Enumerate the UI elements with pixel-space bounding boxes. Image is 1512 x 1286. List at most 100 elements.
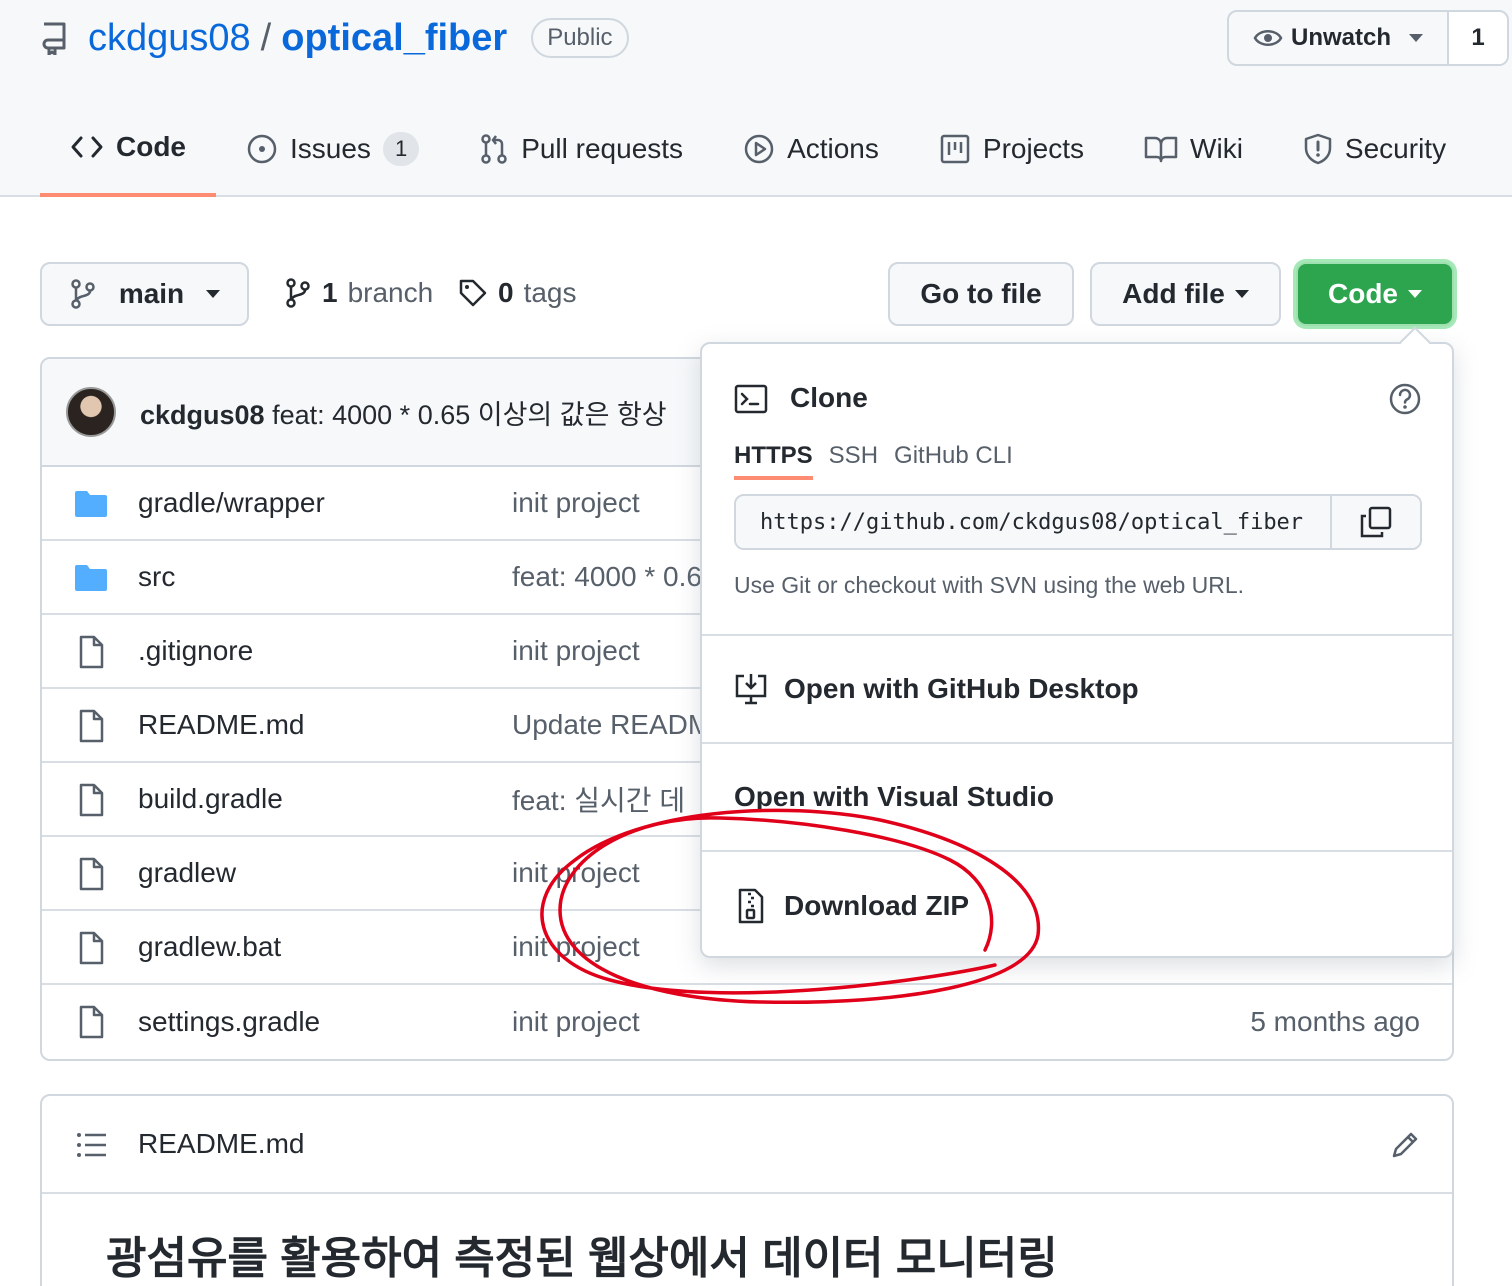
clone-tab-https[interactable]: HTTPS [734,442,813,480]
tag-count-label: tags [523,277,577,308]
project-icon [940,134,970,163]
tab-pull-requests[interactable]: Pull requests [449,100,713,197]
commit-message-link[interactable]: init project [512,857,640,889]
help-icon[interactable] [1388,382,1422,416]
repo-icon [42,22,66,55]
tab-actions[interactable]: Actions [713,100,909,197]
visibility-badge: Public [531,18,629,58]
list-icon[interactable] [76,1131,108,1159]
file-name-link[interactable]: build.gradle [138,783,283,815]
commit-message-link[interactable]: feat: 실시간 데 [512,779,685,819]
tab-issues-label: Issues [290,132,371,164]
chevron-down-icon [1234,290,1249,298]
repo-header: ckdgus08 / optical_fiber Public Unwatch … [0,0,1512,197]
issue-icon [247,134,277,163]
branch-count-link[interactable]: 1 branch [284,262,433,324]
branch-count: 1 [322,277,338,308]
commit-message-link[interactable]: init project [512,1006,640,1038]
tab-security-label: Security [1344,132,1447,164]
file-name-link[interactable]: src [138,561,175,593]
desktop-download-icon [735,674,767,705]
avatar[interactable] [66,387,116,437]
copy-url-button[interactable] [1330,496,1420,548]
repo-owner-link[interactable]: ckdgus08 [88,17,251,60]
repo-name-link[interactable]: optical_fiber [281,17,507,60]
branch-name: main [118,278,185,309]
unwatch-button[interactable]: Unwatch [1229,12,1450,64]
book-icon [1144,136,1178,162]
repo-nav-tabs: Code Issues 1 Pull requests Actions Proj… [40,100,1476,197]
commit-message-link[interactable]: Update READM [512,709,711,741]
commit-message-link[interactable]: feat: 4000 * 0.65 [512,561,718,593]
file-name-link[interactable]: gradlew.bat [138,931,281,963]
shield-icon [1304,133,1332,164]
file-name-link[interactable]: settings.gradle [138,1006,320,1038]
watch-count[interactable]: 1 [1449,12,1508,64]
open-with-github-desktop[interactable]: Open with GitHub Desktop [702,636,1452,744]
watch-button-group: Unwatch 1 [1227,10,1510,66]
code-dropdown-button[interactable]: Code [1296,262,1454,326]
clone-url-input[interactable] [736,496,1330,548]
tab-security[interactable]: Security [1273,100,1476,197]
table-row: settings.gradle init project 5 months ago [42,985,1452,1059]
tab-projects-label: Projects [982,132,1085,164]
tab-code[interactable]: Code [40,100,216,197]
download-zip[interactable]: Download ZIP [702,852,1452,960]
clone-url-box [734,494,1422,550]
file-icon [74,931,108,965]
pull-request-icon [481,133,507,164]
repo-separator: / [260,16,272,59]
go-to-file-button[interactable]: Go to file [888,262,1074,326]
commit-message[interactable]: feat: 4000 * 0.65 이상의 값은 항상 [272,400,667,430]
unwatch-label: Unwatch [1291,24,1392,51]
tag-count-link[interactable]: 0 tags [458,262,577,324]
branch-count-label: branch [347,277,434,308]
commit-message-link[interactable]: init project [512,635,640,667]
tab-issues[interactable]: Issues 1 [216,100,449,197]
issues-counter: 1 [382,131,420,166]
tab-actions-label: Actions [787,132,879,164]
download-zip-label: Download ZIP [784,890,970,921]
readme-heading: 광섬유를 활용하여 측정된 웹상에서 데이터 모니터링 [106,1234,1058,1283]
file-name-link[interactable]: .gitignore [138,635,253,667]
open-with-visual-studio[interactable]: Open with Visual Studio [702,744,1452,852]
file-name-link[interactable]: gradle/wrapper [138,487,325,519]
clone-title: Clone [790,382,868,413]
tab-wiki[interactable]: Wiki [1114,100,1273,197]
code-dropdown-menu: Clone HTTPS SSH GitHub CLI Use Git or ch… [700,326,1454,960]
tag-icon [459,279,487,307]
repo-title: ckdgus08 / optical_fiber Public [40,10,629,66]
copy-icon [1360,506,1392,538]
eye-icon [1253,30,1283,46]
commit-author[interactable]: ckdgus08 [140,400,265,430]
clone-tab-ssh[interactable]: SSH [829,442,878,480]
add-file-button[interactable]: Add file [1090,262,1281,326]
folder-icon [74,487,108,521]
clone-protocol-tabs: HTTPS SSH GitHub CLI [734,442,1013,480]
play-icon [744,134,774,163]
readme-box: README.md 광섬유를 활용하여 측정된 웹상에서 데이터 모니터링 [40,1094,1454,1286]
file-zip-icon [738,888,764,924]
clone-tab-github-cli[interactable]: GitHub CLI [894,442,1013,480]
readme-header: README.md [42,1096,1452,1194]
tag-count: 0 [498,277,514,308]
add-file-label: Add file [1122,278,1225,309]
file-name-link[interactable]: README.md [138,709,304,741]
code-button-label: Code [1328,278,1398,309]
tab-pull-requests-label: Pull requests [521,132,684,164]
clone-hint: Use Git or checkout with SVN using the w… [734,572,1245,598]
open-vs-label: Open with Visual Studio [734,781,1054,812]
pencil-icon[interactable] [1390,1130,1420,1160]
open-desktop-label: Open with GitHub Desktop [784,673,1139,704]
tab-projects[interactable]: Projects [909,100,1114,197]
file-name-link[interactable]: gradlew [138,857,236,889]
branch-select-button[interactable]: main [40,262,249,326]
file-icon [74,709,108,743]
commit-message-link[interactable]: init project [512,487,640,519]
clone-section: Clone HTTPS SSH GitHub CLI Use Git or ch… [702,344,1452,636]
tab-wiki-label: Wiki [1190,132,1243,164]
code-icon [71,136,103,157]
readme-filename: README.md [138,1128,305,1159]
file-icon [74,1005,108,1039]
commit-message-link[interactable]: init project [512,931,640,963]
